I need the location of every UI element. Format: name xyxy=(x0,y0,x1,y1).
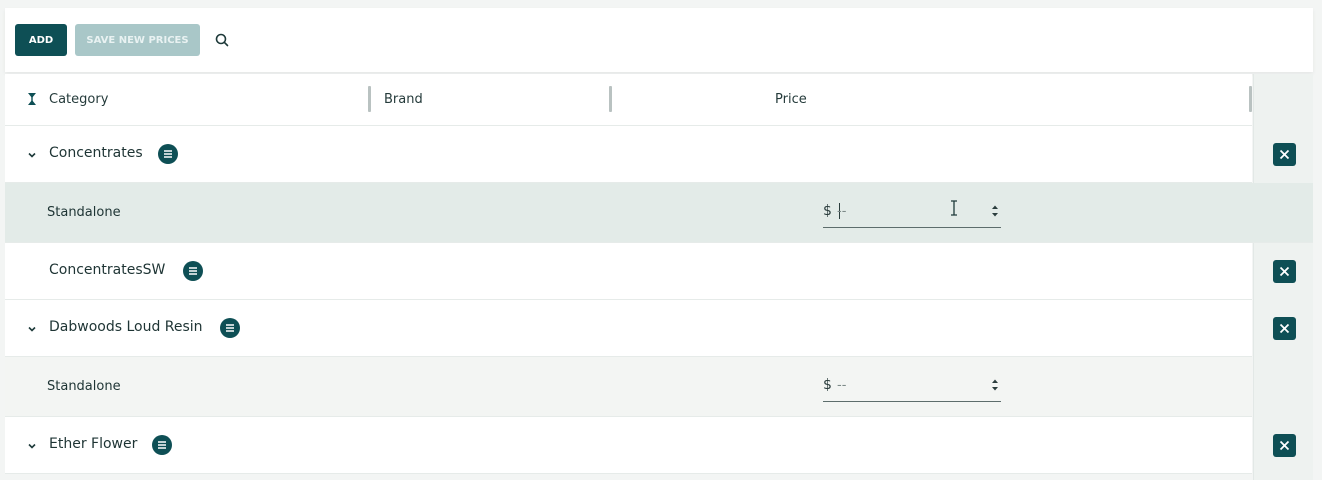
price-input[interactable] xyxy=(837,374,977,396)
table-header: Category Brand Price xyxy=(5,74,1252,126)
prices-table: Category Brand Price Concentrates Standa… xyxy=(5,74,1313,480)
chevron-down-icon[interactable] xyxy=(27,324,37,334)
column-resize-handle[interactable] xyxy=(368,86,371,112)
remove-row-button[interactable] xyxy=(1273,260,1296,283)
currency-symbol: $ xyxy=(823,377,832,393)
menu-icon[interactable] xyxy=(152,435,172,455)
save-new-prices-button[interactable]: SAVE NEW PRICES xyxy=(75,24,200,56)
spinner-icon[interactable] xyxy=(991,204,999,218)
table-row[interactable]: Standalone $ xyxy=(5,183,1313,243)
i-beam-cursor-icon xyxy=(951,200,957,216)
row-label: Standalone xyxy=(47,379,121,394)
chevron-down-icon[interactable] xyxy=(27,441,37,451)
table-row[interactable]: ConcentratesSW xyxy=(5,243,1252,300)
table-row[interactable]: Concentrates xyxy=(5,126,1252,183)
close-icon xyxy=(1279,266,1290,277)
table-row[interactable]: Dabwoods Loud Resin xyxy=(5,300,1252,357)
row-label: Standalone xyxy=(47,205,121,220)
column-resize-handle[interactable] xyxy=(1249,86,1252,112)
table-row[interactable]: Ether Flower xyxy=(5,417,1252,474)
sort-icon[interactable] xyxy=(27,92,37,106)
row-label: Dabwoods Loud Resin xyxy=(49,319,203,335)
menu-icon[interactable] xyxy=(183,261,203,281)
remove-row-button[interactable] xyxy=(1273,434,1296,457)
table-row[interactable]: Standalone $ xyxy=(5,357,1252,417)
add-button[interactable]: ADD xyxy=(15,24,67,56)
column-header-category[interactable]: Category xyxy=(49,92,108,107)
menu-icon[interactable] xyxy=(220,318,240,338)
chevron-down-icon[interactable] xyxy=(27,150,37,160)
row-label: Ether Flower xyxy=(49,436,138,452)
remove-row-button[interactable] xyxy=(1273,317,1296,340)
row-label: ConcentratesSW xyxy=(49,262,166,278)
currency-symbol: $ xyxy=(823,203,832,219)
close-icon xyxy=(1279,323,1290,334)
remove-row-button[interactable] xyxy=(1273,143,1296,166)
column-resize-handle[interactable] xyxy=(609,86,612,112)
search-icon[interactable] xyxy=(214,32,230,48)
column-header-brand[interactable]: Brand xyxy=(384,92,423,107)
close-icon xyxy=(1279,440,1290,451)
spinner-icon[interactable] xyxy=(991,378,999,392)
price-field[interactable]: $ xyxy=(823,371,1001,402)
price-field[interactable]: $ xyxy=(823,197,1001,228)
toolbar: ADD SAVE NEW PRICES xyxy=(5,8,1313,72)
column-header-price[interactable]: Price xyxy=(775,92,807,107)
menu-icon[interactable] xyxy=(158,144,178,164)
row-label: Concentrates xyxy=(49,145,143,161)
close-icon xyxy=(1279,149,1290,160)
